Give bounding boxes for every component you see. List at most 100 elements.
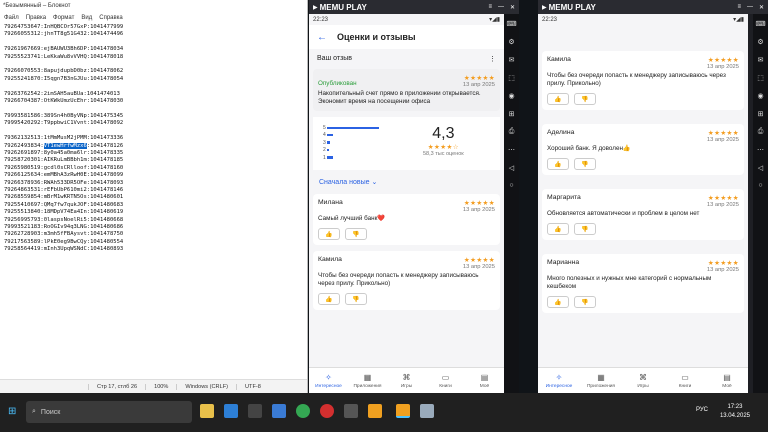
status-time: 22:23	[542, 16, 558, 23]
text-line: 79256995793:0laspsNoelRi5:1041480668	[4, 216, 124, 223]
review-card: Камила ★★★★★ 13 апр 2025 Чтобы без очереди …	[313, 251, 500, 311]
nav-mine[interactable]: ▤ Моё	[706, 368, 748, 393]
text-line: 79264753647:InHQBCOr57GxP:1041477999	[4, 24, 124, 30]
language-indicator[interactable]: РУС	[696, 407, 708, 413]
minimize-icon[interactable]: —	[498, 4, 504, 11]
nav-books[interactable]: ▭ Книги	[426, 368, 465, 393]
nav-interesting[interactable]: ✧ Интересное	[538, 368, 580, 393]
text-line: 79993581586:389Sn4h0ByVNp:1041475345	[4, 112, 124, 119]
sort-dropdown[interactable]: Сначала новые ⌄	[309, 170, 504, 194]
nav-apps[interactable]: ▦ Приложения	[580, 368, 622, 393]
nav-apps[interactable]: ▦ Приложения	[348, 368, 387, 393]
taskbar-search[interactable]: ⌕ Поиск	[26, 401, 192, 423]
more-icon[interactable]: ⋮	[489, 55, 496, 63]
thumbs-up-icon[interactable]: 👍	[547, 158, 569, 170]
memu-icon[interactable]	[368, 404, 382, 418]
thumbs-up-icon[interactable]: 👍	[318, 228, 340, 241]
notepad-window: *Безымянный – Блокнот Файл Правка Формат…	[0, 0, 308, 393]
reviewer-name: Марианна	[547, 259, 580, 266]
notepad-status-bar: Стр 17, стлб 26 100% Windows (CRLF) UTF-…	[0, 379, 307, 393]
thumbs-down-icon[interactable]: 👎	[345, 293, 367, 306]
app-icon[interactable]	[272, 404, 286, 418]
page-title: Оценки и отзывы	[337, 32, 416, 42]
published-label: Опубликован	[318, 80, 357, 87]
thumbs-down-icon[interactable]: 👎	[345, 228, 367, 241]
rating-bars: 5 4 3 2 1	[323, 125, 393, 162]
sparkle-icon: ✧	[325, 372, 332, 382]
rating-stars: ★★★★☆	[427, 144, 459, 151]
text-line: 79255513840:18MDpV74Ea4In:1041480619	[4, 209, 124, 216]
status-time: 22:23	[313, 16, 329, 23]
nav-games[interactable]: ⌘ Игры	[622, 368, 664, 393]
reviewer-name: Камила	[547, 56, 571, 63]
review-date: 13 апр 2025	[706, 202, 739, 208]
review-text: Чтобы без очереди попасть к менеджеру за…	[318, 272, 479, 288]
review-card: Марианна ★★★★★ 13 апр 2025 Много полезных и…	[542, 254, 744, 313]
nav-mine[interactable]: ▤ Моё	[465, 368, 504, 393]
emu-titlebar: ▶ MEMU PLAY ≡ — ✕	[538, 0, 768, 14]
notepad-text-area[interactable]: 79264753647:InHQBCOr57GxP:1041477999 7926…	[4, 24, 300, 378]
file-explorer-icon[interactable]	[200, 404, 214, 418]
selected-text: VT1ewHrfwMzx6	[43, 142, 87, 149]
close-icon[interactable]: ✕	[759, 4, 764, 11]
thumbs-down-icon[interactable]: 👎	[574, 158, 596, 170]
review-text: Обновляется автоматически и проблем в це…	[547, 210, 700, 217]
review-date: 13 апр 2025	[706, 267, 739, 273]
nav-interesting[interactable]: ✧ Интересное	[309, 368, 348, 393]
book-icon: ▭	[681, 372, 689, 382]
nav-games[interactable]: ⌘ Игры	[387, 368, 426, 393]
app2-icon[interactable]	[344, 404, 358, 418]
text-line: 79266055312:jhnTT8g51G432:1041474496	[4, 31, 124, 38]
edge-icon[interactable]	[224, 404, 238, 418]
memu-active-icon[interactable]	[396, 404, 410, 418]
nav-books[interactable]: ▭ Книги	[664, 368, 706, 393]
memu-logo: ▶	[542, 4, 547, 11]
thumbs-down-icon[interactable]: 👎	[574, 223, 596, 235]
text-line: 79217563589:lPkE0eg9BwCQy:1041480554	[4, 238, 124, 245]
bottom-nav: ✧ Интересное ▦ Приложения ⌘ Игры ▭ Книги ▤ Мо…	[309, 367, 504, 393]
text-line: 79266125634:emMBhA3zRwH0E:1041478099	[4, 172, 124, 179]
review-stars: ★★★★★	[707, 195, 739, 202]
chrome-icon[interactable]	[296, 404, 310, 418]
minimize-icon[interactable]: —	[747, 4, 753, 11]
menu-help[interactable]: Справка	[99, 15, 123, 21]
text-line	[4, 105, 300, 112]
opera-icon[interactable]	[320, 404, 334, 418]
gamepad-icon: ⌘	[639, 372, 647, 382]
phone-screen-1: 22:23 ▾◢▮ ← Оценки и отзывы Ваш отзыв ⋮ Оп…	[309, 14, 504, 393]
text-line: 79258720301:AIKRuLmBBbh1m:1041478185	[4, 157, 124, 164]
text-line: 79266378936:RWAh533DR5OFe:1041478093	[4, 179, 124, 186]
close-icon[interactable]: ✕	[510, 4, 515, 11]
thumbs-up-icon[interactable]: 👍	[547, 223, 569, 235]
your-review-label: Ваш отзыв	[317, 55, 353, 62]
windows-start-icon[interactable]: ⊞	[8, 406, 16, 417]
text-line	[4, 39, 300, 46]
thumbs-up-icon[interactable]: 👍	[547, 296, 569, 308]
review-stars: ★★★★★	[463, 200, 495, 208]
notepad-icon[interactable]	[420, 404, 434, 418]
clock[interactable]: 17:23 13.04.2025	[720, 403, 750, 421]
menu-icon[interactable]: ≡	[488, 4, 492, 11]
thumbs-down-icon[interactable]: 👎	[574, 296, 596, 308]
text-line: 79255410697:QMq7fw7qukJOF:1041480683	[4, 201, 124, 208]
rating-count: 58,3 тыс оценок	[423, 151, 464, 157]
store-icon[interactable]	[248, 404, 262, 418]
menu-view[interactable]: Вид	[81, 15, 92, 21]
taskbar: ⊞ ⌕ Поиск РУС 17:23 13.04.2025	[0, 393, 768, 432]
review-text: Самый лучший банк❤️	[318, 215, 386, 223]
thumbs-up-icon[interactable]: 👍	[318, 293, 340, 306]
apps-icon: ▦	[597, 372, 605, 382]
reviewer-name: Маргарита	[547, 194, 581, 201]
menu-format[interactable]: Формат	[53, 15, 74, 21]
review-text: Много полезных и нужных мне категорий с …	[547, 275, 712, 290]
thumbs-down-icon[interactable]: 👎	[574, 93, 596, 105]
menu-edit[interactable]: Правка	[26, 15, 46, 21]
back-arrow-icon[interactable]: ←	[317, 32, 327, 43]
reviewer-name: Камила	[318, 256, 342, 264]
menu-icon[interactable]: ≡	[737, 4, 741, 11]
emu-sidebar: ⌨ ⚙ ✉ ⬚ ◉ ⊞ ⎙ ⋯ ◁ ○	[753, 14, 768, 393]
text-line: 79255523741:LeKkaWu8vVVHQ:1041478018	[4, 53, 124, 60]
battery-icon: ▾◢▮	[733, 17, 744, 23]
menu-file[interactable]: Файл	[4, 15, 19, 21]
thumbs-up-icon[interactable]: 👍	[547, 93, 569, 105]
